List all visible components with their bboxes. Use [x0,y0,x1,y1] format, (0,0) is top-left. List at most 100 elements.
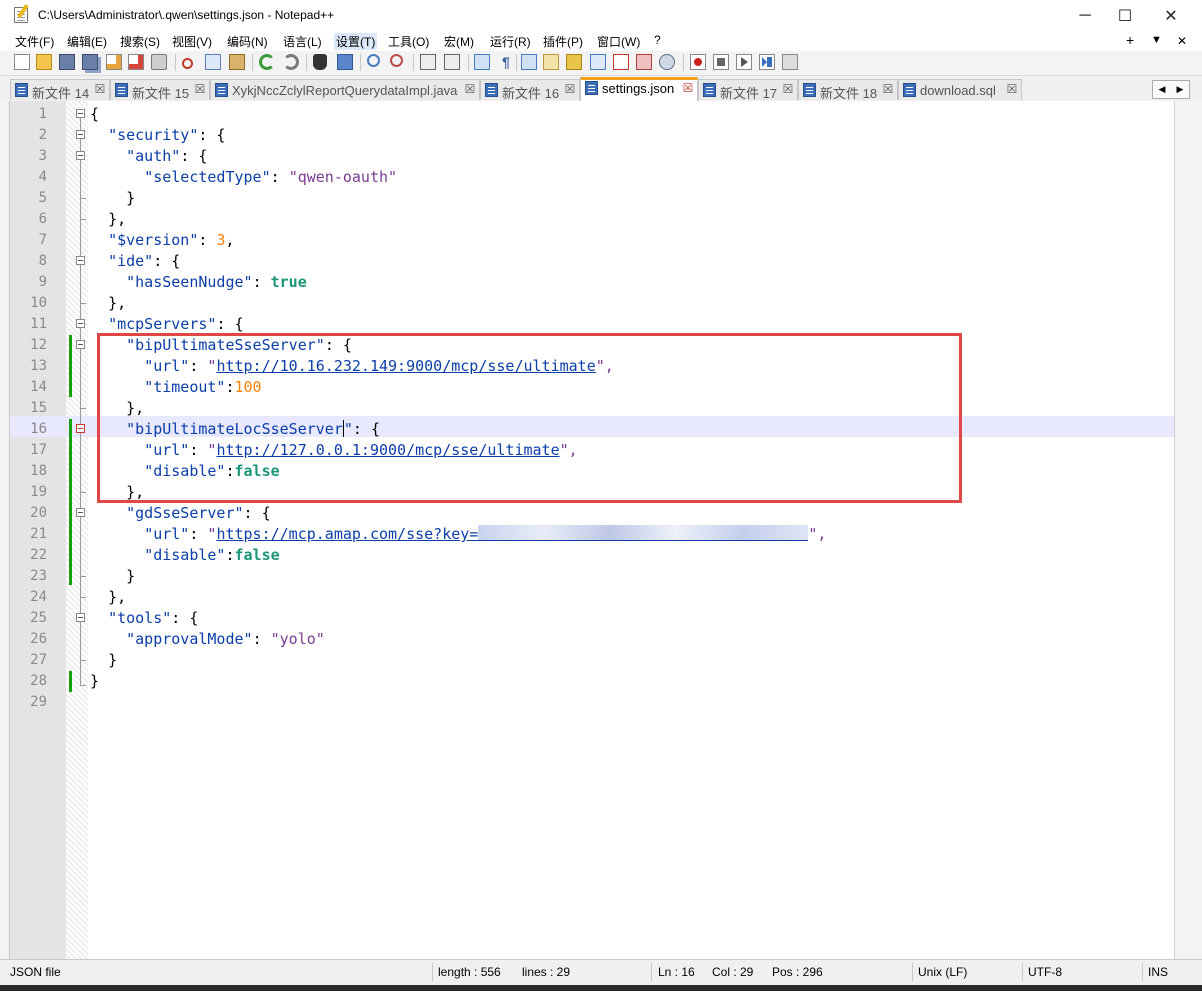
play-macro-icon[interactable] [736,54,752,70]
new-tab-plus-button[interactable]: + [1126,32,1134,48]
close-document-button[interactable]: ✕ [1177,34,1187,48]
word-wrap-icon[interactable] [474,54,490,70]
vertical-scrollbar[interactable] [1174,101,1202,959]
tab-new-file-16[interactable]: 新文件 16 ☒ [480,79,580,100]
tab-new-file-17[interactable]: 新文件 17 ☒ [698,79,798,100]
fold-toggle-icon[interactable] [76,424,85,433]
fold-toggle-icon[interactable] [76,256,85,265]
status-eol: Unix (LF) [918,965,968,979]
fold-toggle-icon[interactable] [76,340,85,349]
fold-toggle-icon[interactable] [76,109,85,118]
tab-close-icon[interactable]: ☒ [782,83,794,95]
show-all-chars-icon[interactable]: ¶ [498,54,514,70]
close-icon[interactable] [106,54,122,70]
monitor-icon[interactable] [659,54,675,70]
indent-guide-icon[interactable] [521,54,537,70]
fold-toggle-icon[interactable] [76,130,85,139]
run-macro-multiple-icon[interactable] [759,54,775,70]
menu-macro[interactable]: 宏(M) [444,33,474,50]
status-encoding: UTF-8 [1028,965,1062,979]
line-number: 1 [38,106,47,122]
code-line-23: } [126,567,136,585]
tab-close-icon[interactable]: ☒ [564,83,576,95]
fold-toggle-icon[interactable] [76,319,85,328]
tab-scroll-right-button[interactable]: ▶ [1171,81,1189,98]
line-number: 23 [30,568,47,584]
zoom-out-icon[interactable] [390,54,403,67]
line-number: 24 [30,589,47,605]
fold-toggle-icon[interactable] [76,508,85,517]
code-line-16: "bipUltimateLocSseServer": { [126,420,380,438]
url-link[interactable]: http://127.0.0.1:9000/mcp/sse/ultimate [216,441,559,459]
close-all-icon[interactable] [128,54,144,70]
open-icon[interactable] [36,54,52,70]
fold-toggle-icon[interactable] [76,613,85,622]
line-number: 25 [30,610,47,626]
status-file-type: JSON file [10,965,61,979]
close-window-button[interactable]: ✕ [1148,0,1194,31]
tab-close-icon[interactable]: ☒ [464,83,476,95]
menu-tools[interactable]: 工具(O) [388,33,429,50]
menu-plugins[interactable]: 插件(P) [543,33,583,50]
undo-icon[interactable] [259,54,275,70]
status-position: Pos : 296 [772,965,823,979]
tab-close-icon[interactable]: ☒ [682,82,694,94]
folder-icon[interactable] [636,54,652,70]
tab-close-icon[interactable]: ☒ [1006,83,1018,95]
url-link[interactable]: http://10.16.232.149:9000/mcp/sse/ultima… [216,357,595,375]
redo-icon[interactable] [283,54,299,70]
tab-xykj-report-java[interactable]: XykjNccZclylReportQuerydataImpl.java ☒ [210,79,480,100]
status-insert-mode: INS [1148,965,1169,979]
file-icon [585,81,598,95]
doc-map-icon[interactable] [543,54,559,70]
cut-icon[interactable] [182,58,193,69]
tab-scroll-left-button[interactable]: ◀ [1153,81,1171,98]
menu-search[interactable]: 搜索(S) [120,33,160,50]
sync-horizontal-icon[interactable] [444,54,460,70]
menu-help[interactable]: ? [654,33,661,47]
menu-view[interactable]: 视图(V) [172,33,212,50]
tab-settings-json[interactable]: settings.json ☒ [580,77,698,101]
new-file-icon[interactable] [14,54,30,70]
stop-macro-icon[interactable] [713,54,729,70]
copy-icon[interactable] [205,54,221,70]
sync-vertical-icon[interactable] [420,54,436,70]
save-all-icon[interactable] [82,54,98,70]
tab-close-icon[interactable]: ☒ [194,83,206,95]
editor[interactable]: 1 2 3 4 5 6 7 8 9 10 11 12 13 14 15 16 1… [10,101,1174,959]
tab-close-icon[interactable]: ☒ [882,83,894,95]
url-link[interactable]: https://mcp.amap.com/sse?key= [216,525,478,543]
line-number: 19 [30,484,47,500]
menu-window[interactable]: 窗口(W) [597,33,640,50]
save-icon[interactable] [59,54,75,70]
fold-toggle-icon[interactable] [76,151,85,160]
redacted-api-key [478,525,809,541]
tab-new-file-14[interactable]: 新文件 14 ☒ [10,79,110,100]
record-macro-icon[interactable] [690,54,706,70]
document-list-icon[interactable] [613,54,629,70]
maximize-button[interactable]: ☐ [1102,0,1148,31]
menu-settings[interactable]: 设置(T) [334,33,378,50]
replace-icon[interactable] [337,54,353,70]
find-icon[interactable] [313,54,327,70]
zoom-in-icon[interactable] [367,54,380,67]
menu-edit[interactable]: 编辑(E) [67,33,107,50]
tab-list-dropdown-button[interactable]: ▼ [1151,34,1162,46]
file-icon [215,83,228,97]
code-line-20: "gdSseServer": { [126,504,271,522]
save-macro-icon[interactable] [782,54,798,70]
menu-run[interactable]: 运行(R) [490,33,531,50]
folder-workspace-icon[interactable] [590,54,606,70]
menu-encoding[interactable]: 编码(N) [227,33,268,50]
menu-language[interactable]: 语言(L) [283,33,322,50]
status-column: Col : 29 [712,965,754,979]
tab-new-file-15[interactable]: 新文件 15 ☒ [110,79,210,100]
function-list-icon[interactable] [566,54,582,70]
paste-icon[interactable] [229,54,245,70]
tab-new-file-18[interactable]: 新文件 18 ☒ [798,79,898,100]
tab-close-icon[interactable]: ☒ [94,83,106,95]
menu-file[interactable]: 文件(F) [15,33,54,50]
print-icon[interactable] [151,54,167,70]
line-number: 21 [30,526,47,542]
tab-download-sql[interactable]: download.sql ☒ [898,79,1022,100]
